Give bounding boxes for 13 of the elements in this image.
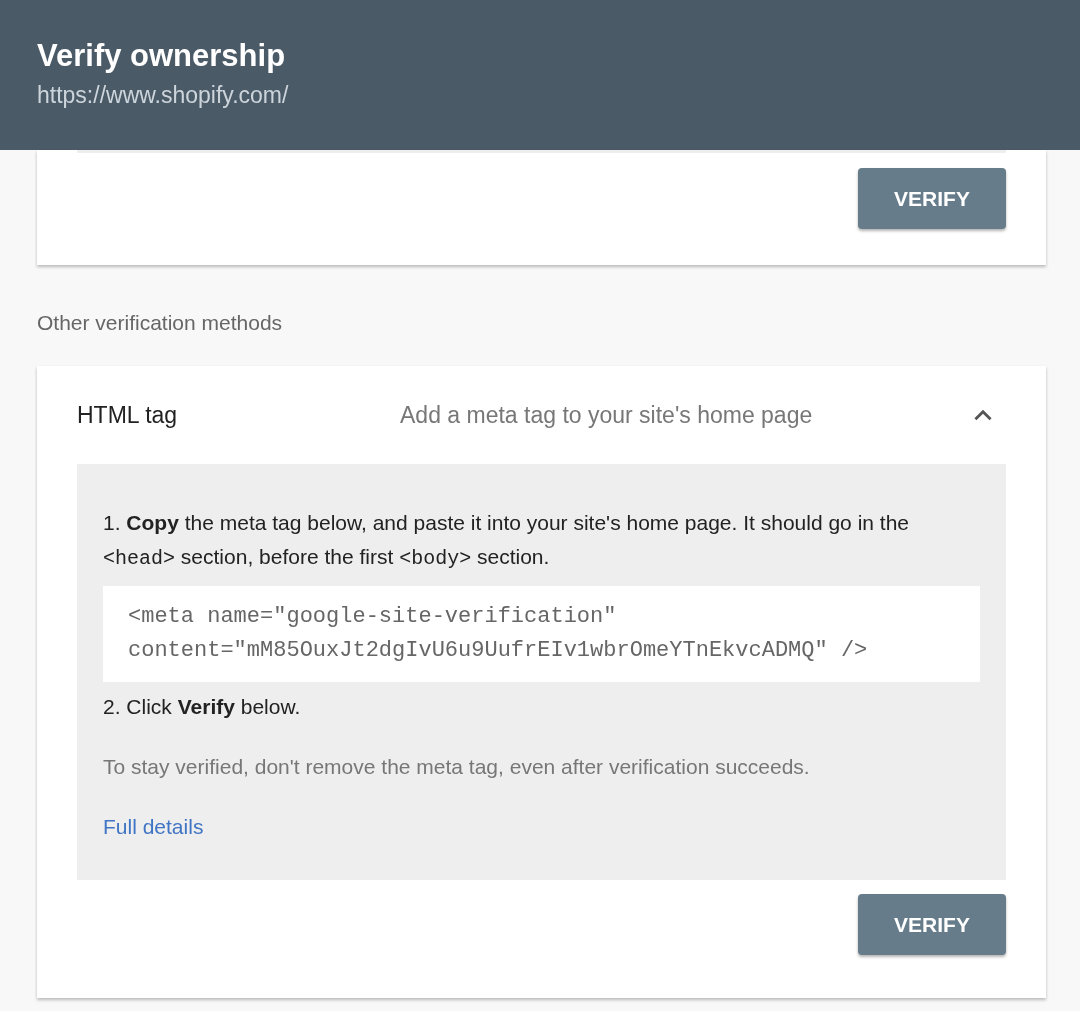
page-title: Verify ownership <box>37 37 287 75</box>
code-line: content="mM85OuxJt2dgIvU6u9UufrEIv1wbrOmeYTnEkvcADMQ" /> <box>128 637 869 665</box>
verify-button[interactable]: VERIFY <box>858 894 1006 955</box>
site-url: https://www.shopify.com/ <box>37 81 290 110</box>
verify-button[interactable]: VERIFY <box>858 168 1006 229</box>
note-text: To stay verified, don't remove the meta tag, even after verification succeeds. <box>103 754 811 780</box>
method-description: Add a meta tag to your site's home page <box>400 401 814 429</box>
code-line: <meta name="google-site-verification" <box>128 603 618 631</box>
step-text: 2. Click Verify below. <box>103 694 302 720</box>
step-text: 1. Copy the meta tag below, and paste it into your site's home page. It should go in the <head> section, before the first <body> section. <box>103 510 910 572</box>
full-details-link[interactable]: Full details <box>103 810 204 844</box>
method-name: HTML tag <box>77 401 179 429</box>
section-label: Other verification methods <box>37 310 284 336</box>
